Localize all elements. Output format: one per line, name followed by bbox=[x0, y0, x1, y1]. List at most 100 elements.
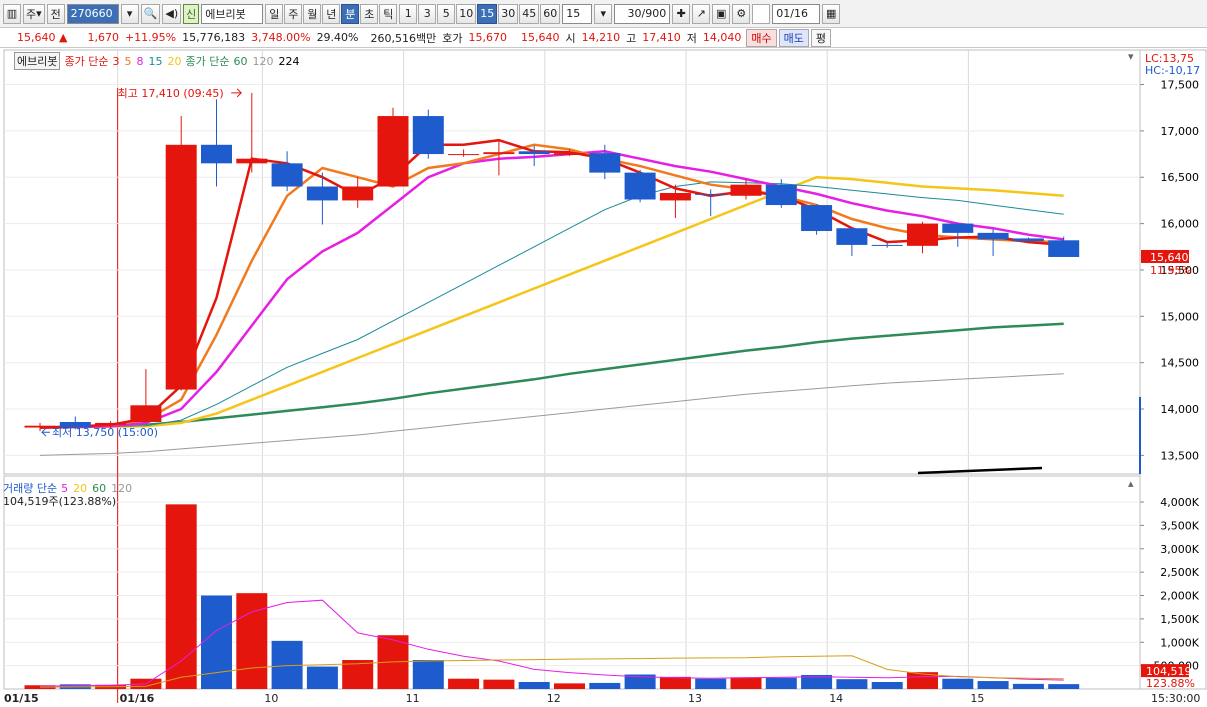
legend-ma-long-label: 종가 단순 bbox=[185, 55, 230, 68]
x-axis-label: 12 bbox=[547, 692, 561, 705]
open-label: 시 bbox=[565, 31, 576, 45]
low-value: 14,040 bbox=[702, 31, 742, 44]
price-change-pct: +11.95% bbox=[124, 31, 177, 44]
x-axis-label: 15 bbox=[970, 692, 984, 705]
open-value: 14,210 bbox=[581, 31, 621, 44]
x-axis-label: 15:30:00 bbox=[1151, 692, 1200, 705]
candle-body bbox=[589, 153, 621, 173]
sell-button[interactable]: 매도 bbox=[778, 28, 809, 47]
price-legend: 에브리봇 종가 단순 3 5 8 15 20 종가 단순 60 120 224 bbox=[14, 52, 299, 70]
price-tick-label: 16,500 bbox=[1161, 171, 1200, 184]
volume-bar bbox=[236, 593, 268, 689]
price-pct-tag: 11.95% bbox=[1150, 264, 1192, 277]
layout-icon[interactable]: ▥ bbox=[3, 3, 21, 24]
candle-body bbox=[201, 144, 232, 164]
candle-body bbox=[695, 193, 727, 195]
stock-new-tag: 신 bbox=[183, 3, 200, 24]
period-button-2[interactable]: 월 bbox=[303, 3, 322, 24]
legend-stock-name[interactable]: 에브리봇 bbox=[14, 52, 61, 70]
period-button-0[interactable]: 일 bbox=[265, 3, 284, 24]
interval-button-60[interactable]: 60 bbox=[540, 3, 561, 24]
gear-icon[interactable]: ⚙ bbox=[732, 3, 751, 24]
volume-bar bbox=[448, 678, 480, 689]
candle-body bbox=[236, 158, 268, 164]
stock-code-input[interactable]: 270660 bbox=[66, 3, 119, 24]
candle-body bbox=[518, 151, 550, 155]
crosshair-icon[interactable]: ✚ bbox=[672, 3, 691, 24]
x-axis-label: 01/16 bbox=[120, 692, 155, 705]
candle-body bbox=[271, 163, 303, 187]
interval-button-5[interactable]: 5 bbox=[437, 3, 456, 24]
candle-body bbox=[1048, 240, 1080, 257]
price-tick-label: 14,500 bbox=[1161, 357, 1200, 370]
market-select[interactable]: 주 ▾ bbox=[23, 3, 45, 24]
count-input[interactable]: 30/900 bbox=[614, 3, 671, 24]
image-icon[interactable]: ▣ bbox=[712, 3, 731, 24]
volume-tick-label: 2,000K bbox=[1160, 590, 1199, 603]
period-button-3[interactable]: 년 bbox=[322, 3, 341, 24]
calendar-icon[interactable]: ▦ bbox=[822, 3, 841, 24]
market-select-label: 주 bbox=[26, 7, 37, 21]
legend-ma-long: 60 120 224 bbox=[233, 55, 299, 68]
scope-button[interactable]: 전 bbox=[46, 3, 65, 24]
volume-tick-label: 3,500K bbox=[1160, 519, 1199, 532]
interval-input[interactable]: 15 bbox=[562, 3, 593, 24]
volume-bar bbox=[412, 660, 444, 689]
volume-value: 15,776,183 bbox=[182, 31, 246, 44]
eval-button[interactable]: 평 bbox=[810, 28, 831, 47]
interval-button-15[interactable]: 15 bbox=[477, 3, 498, 24]
interval-button-45[interactable]: 45 bbox=[519, 3, 540, 24]
period-group: 일주월년분초틱 bbox=[265, 3, 398, 24]
interval-dropdown-button[interactable]: ▾ bbox=[594, 3, 613, 24]
volume-tick-label: 4,000K bbox=[1160, 496, 1199, 509]
draw-tool-icon[interactable]: ↗ bbox=[692, 3, 711, 24]
interval-button-1[interactable]: 1 bbox=[399, 3, 418, 24]
period-button-1[interactable]: 주 bbox=[284, 3, 303, 24]
volume-bar bbox=[730, 677, 762, 689]
chart-canvas[interactable]: 17,50017,00016,50016,00015,50015,00014,5… bbox=[0, 48, 1207, 707]
volume-bar bbox=[306, 666, 338, 689]
volume-tick-label: 1,500K bbox=[1160, 613, 1199, 626]
ask-value: 15,640 bbox=[521, 31, 560, 44]
period-button-6[interactable]: 틱 bbox=[379, 3, 398, 24]
speaker-icon[interactable]: ◀) bbox=[162, 3, 182, 24]
volume-tick-label: 2,500K bbox=[1160, 566, 1199, 579]
price-tick-label: 17,500 bbox=[1161, 79, 1200, 92]
period-button-5[interactable]: 초 bbox=[360, 3, 379, 24]
volume-bar bbox=[695, 678, 727, 689]
interval-button-3[interactable]: 3 bbox=[418, 3, 437, 24]
candle-body bbox=[871, 244, 903, 246]
price-tick-label: 16,000 bbox=[1161, 218, 1200, 231]
volume-bar bbox=[977, 681, 1009, 689]
search-icon[interactable]: 🔍 bbox=[140, 3, 161, 24]
volume-bar bbox=[518, 681, 550, 689]
candle-body bbox=[95, 422, 127, 425]
quote-bar: 15,640 ▲ 1,670 +11.95% 15,776,183 3,748.… bbox=[0, 28, 1207, 48]
candle-body bbox=[377, 116, 409, 187]
price-change: 1,670 bbox=[87, 31, 119, 44]
turnover-pct: 29.40% bbox=[316, 31, 359, 44]
volume-bar bbox=[659, 676, 691, 689]
candle-body bbox=[977, 232, 1009, 240]
legend-ma-8: 8 bbox=[136, 54, 144, 68]
legend-ma-20: 20 bbox=[167, 54, 182, 68]
volume-bar bbox=[836, 679, 868, 689]
price-tick-label: 15,000 bbox=[1161, 310, 1200, 323]
volume-value-text: 104,519주(123.88%) bbox=[3, 495, 117, 508]
interval-button-30[interactable]: 30 bbox=[498, 3, 519, 24]
date-checkbox[interactable] bbox=[752, 3, 771, 24]
period-button-4[interactable]: 분 bbox=[341, 3, 360, 24]
buy-button[interactable]: 매수 bbox=[746, 28, 777, 47]
date-input[interactable]: 01/16 bbox=[772, 3, 821, 24]
candle-body bbox=[306, 186, 338, 201]
volume-bar bbox=[1048, 684, 1080, 689]
volume-ratio: 3,748.00% bbox=[251, 31, 311, 44]
candle-body bbox=[730, 184, 762, 196]
interval-button-10[interactable]: 10 bbox=[456, 3, 477, 24]
trade-amount: 260,516백만 bbox=[370, 31, 437, 45]
legend-ma-224: 224 bbox=[278, 54, 300, 68]
candle-body bbox=[765, 184, 797, 206]
stock-name-field[interactable]: 에브리봇 bbox=[201, 3, 264, 24]
volume-bar bbox=[942, 678, 974, 689]
code-dropdown-button[interactable]: ▾ bbox=[120, 3, 139, 24]
